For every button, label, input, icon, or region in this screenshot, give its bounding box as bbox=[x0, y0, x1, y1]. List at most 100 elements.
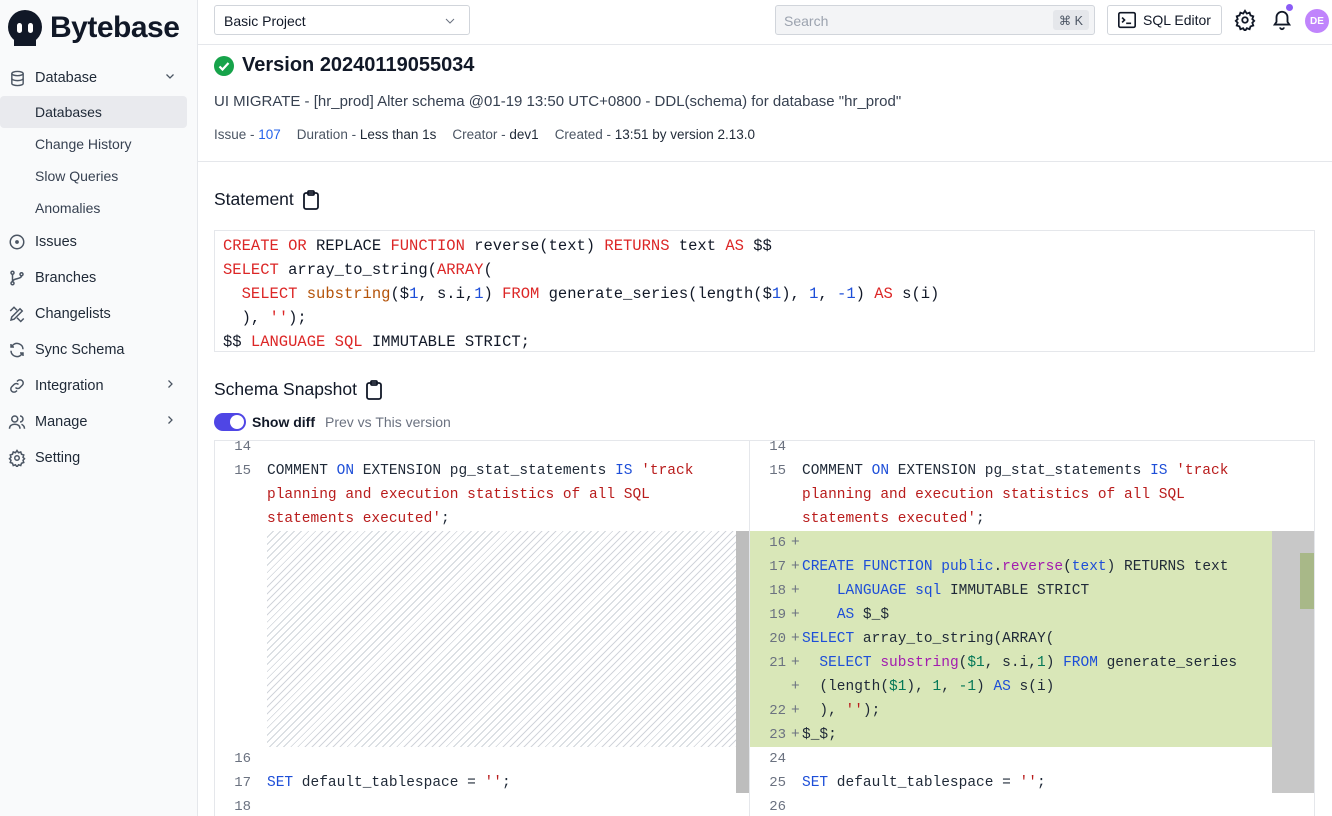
code-line: ), ''); bbox=[223, 309, 307, 327]
diff-line: 15 COMMENT ON EXTENSION pg_stat_statement… bbox=[215, 459, 735, 483]
chevron-down-icon bbox=[166, 74, 174, 79]
sidebar-nav: Database Databases Change History Slow Q… bbox=[0, 60, 198, 476]
search-placeholder: Search bbox=[784, 13, 829, 29]
sidebar-item-databases[interactable]: Databases bbox=[0, 96, 187, 128]
line-number: 15 bbox=[234, 463, 251, 479]
snapshot-title: Schema Snapshot bbox=[214, 379, 358, 399]
sidebar-item-label: Integration bbox=[35, 378, 104, 394]
added-marker: + bbox=[791, 703, 800, 719]
clipboard-icon[interactable] bbox=[302, 189, 320, 210]
line-code: SET default_tablespace = ''; bbox=[267, 775, 511, 791]
check-circle-icon bbox=[214, 55, 234, 76]
project-select[interactable]: Basic Project bbox=[214, 5, 470, 35]
diff-line: 18 + LANGUAGE sql IMMUTABLE STRICT bbox=[750, 579, 1270, 603]
diff-line: 24 bbox=[750, 747, 1270, 771]
line-number: 22 bbox=[769, 703, 786, 719]
sidebar-item-label: Branches bbox=[35, 270, 97, 286]
diff-line: 25 SET default_tablespace = ''; bbox=[750, 771, 1270, 795]
show-diff-toggle[interactable] bbox=[214, 413, 246, 431]
line-number: 14 bbox=[769, 441, 786, 455]
added-marker: + bbox=[791, 631, 800, 647]
diff-placeholder-hatch bbox=[267, 531, 736, 747]
diff-line: 20 + SELECT array_to_string(ARRAY( bbox=[750, 627, 1270, 651]
database-icon bbox=[8, 69, 26, 87]
diff-line: 22 + ), ''); bbox=[750, 699, 1270, 723]
line-code: planning and execution statistics of all… bbox=[267, 487, 650, 503]
sidebar-item-label: Manage bbox=[35, 414, 88, 430]
logo[interactable]: Bytebase bbox=[6, 9, 180, 47]
sidebar-item-changelists[interactable]: Changelists bbox=[0, 296, 198, 332]
statement-heading: Statement bbox=[214, 189, 320, 210]
added-marker: + bbox=[791, 559, 800, 575]
settings-gear-icon[interactable] bbox=[1234, 9, 1256, 31]
line-code: $_$; bbox=[802, 727, 837, 743]
diff-line: 14 bbox=[215, 441, 735, 459]
diff-line: statements executed'; bbox=[215, 507, 735, 531]
sidebar-item-issues[interactable]: Issues bbox=[0, 224, 198, 260]
sidebar-item-anomalies[interactable]: Anomalies bbox=[0, 192, 198, 224]
line-number: 19 bbox=[769, 607, 786, 623]
sidebar-item-manage[interactable]: Manage bbox=[0, 404, 198, 440]
diff-line: 17 + CREATE FUNCTION public.reverse(text) … bbox=[750, 555, 1270, 579]
show-diff-label: Show diff bbox=[252, 414, 315, 430]
added-marker: + bbox=[791, 679, 800, 695]
diff-line: 19 + AS $_$ bbox=[750, 603, 1270, 627]
code-line: SELECT array_to_string(ARRAY( bbox=[223, 261, 493, 279]
line-number: 16 bbox=[769, 535, 786, 551]
search-input[interactable]: Search ⌘ K bbox=[775, 5, 1095, 35]
sidebar-item-database[interactable]: Database bbox=[0, 60, 198, 96]
issue-link[interactable]: 107 bbox=[258, 127, 281, 142]
line-code: COMMENT ON EXTENSION pg_stat_statements … bbox=[802, 463, 1229, 479]
diff-line: 21 + SELECT substring($1, s.i,1) FROM gen… bbox=[750, 651, 1270, 675]
git-branch-icon bbox=[8, 269, 26, 287]
diff-line: 26 bbox=[750, 795, 1270, 816]
compare-label: Prev vs This version bbox=[325, 414, 451, 430]
sql-editor-label: SQL Editor bbox=[1143, 12, 1211, 28]
sidebar-item-branches[interactable]: Branches bbox=[0, 260, 198, 296]
sidebar-item-integration[interactable]: Integration bbox=[0, 368, 198, 404]
topbar: Basic Project Search ⌘ K SQL Editor DE bbox=[198, 0, 1332, 45]
statement-title: Statement bbox=[214, 189, 294, 209]
diff-controls: Show diff Prev vs This version bbox=[214, 413, 451, 431]
clipboard-icon[interactable] bbox=[365, 379, 383, 400]
added-marker: + bbox=[791, 583, 800, 599]
line-code: ), ''); bbox=[802, 703, 881, 719]
line-number: 23 bbox=[769, 727, 786, 743]
brand-name: Bytebase bbox=[50, 11, 180, 44]
snapshot-heading: Schema Snapshot bbox=[214, 379, 383, 400]
line-code: SELECT array_to_string(ARRAY( bbox=[802, 631, 1055, 647]
line-code: (length($1), 1, -1) AS s(i) bbox=[802, 679, 1055, 695]
diff-line: planning and execution statistics of all… bbox=[215, 483, 735, 507]
added-marker: + bbox=[791, 607, 800, 623]
diff-line: statements executed'; bbox=[750, 507, 1270, 531]
sql-editor-button[interactable]: SQL Editor bbox=[1107, 5, 1222, 35]
diff-line: 16 bbox=[215, 747, 735, 771]
sidebar-item-slow-queries[interactable]: Slow Queries bbox=[0, 160, 198, 192]
sidebar: Bytebase Database Databases Change Histo… bbox=[0, 0, 198, 816]
chevron-right-icon bbox=[168, 380, 173, 388]
circle-dot-icon bbox=[8, 233, 26, 251]
chevron-down-icon bbox=[445, 18, 455, 24]
version-description: UI MIGRATE - [hr_prod] Alter schema @01-… bbox=[214, 93, 902, 110]
scrollbar-thumb[interactable] bbox=[1300, 553, 1314, 609]
line-code: LANGUAGE sql IMMUTABLE STRICT bbox=[836, 583, 1090, 599]
issue-label: Issue - bbox=[214, 127, 259, 142]
project-select-value: Basic Project bbox=[224, 13, 306, 29]
bell-icon[interactable] bbox=[1271, 8, 1293, 32]
line-number: 21 bbox=[769, 655, 786, 671]
sidebar-item-setting[interactable]: Setting bbox=[0, 440, 198, 476]
line-number: 17 bbox=[234, 775, 251, 791]
creator-label: Creator - bbox=[452, 127, 510, 142]
code-line: CREATE OR REPLACE FUNCTION reverse(text)… bbox=[223, 237, 772, 255]
scrollbar[interactable] bbox=[736, 531, 749, 793]
diff-line: 16 + bbox=[750, 531, 1270, 555]
terminal-icon bbox=[1118, 11, 1136, 29]
search-shortcut: ⌘ K bbox=[1052, 10, 1089, 30]
line-number: 18 bbox=[234, 799, 251, 815]
diff-pane-previous: 14 15 COMMENT ON EXTENSION pg_stat_stateme… bbox=[215, 441, 749, 816]
diff-viewer: 14 15 COMMENT ON EXTENSION pg_stat_stateme… bbox=[214, 440, 1315, 816]
sidebar-item-change-history[interactable]: Change History bbox=[0, 128, 198, 160]
diff-line: planning and execution statistics of all… bbox=[750, 483, 1270, 507]
avatar[interactable]: DE bbox=[1305, 9, 1329, 33]
sidebar-item-sync-schema[interactable]: Sync Schema bbox=[0, 332, 198, 368]
